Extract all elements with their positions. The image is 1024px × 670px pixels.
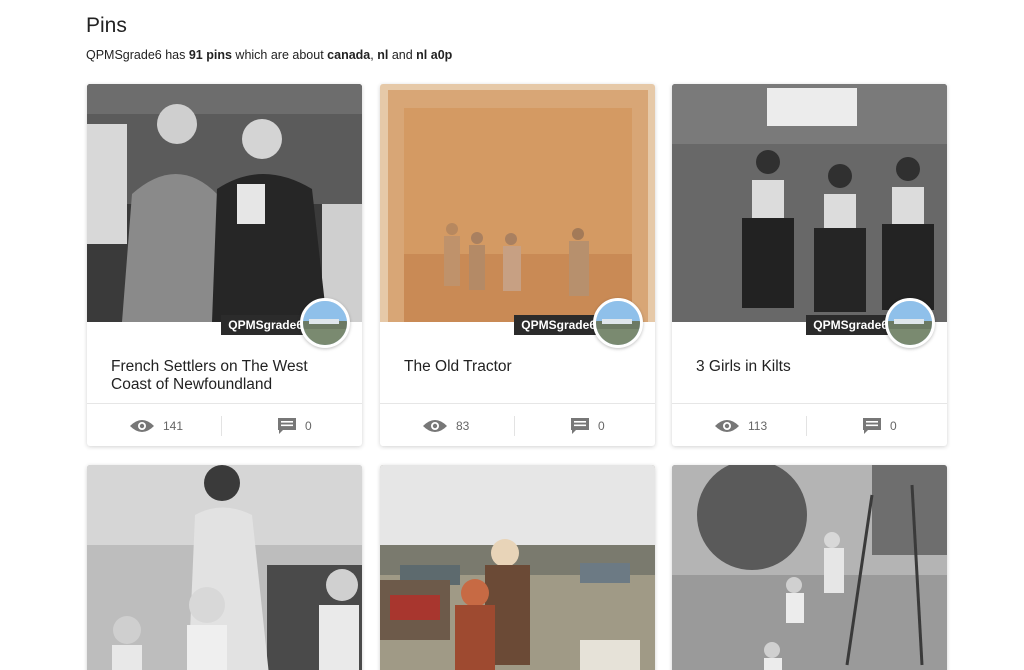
pin-comments-count: 0 — [305, 418, 312, 433]
pin-comments[interactable]: 0 — [277, 404, 312, 446]
pin-footer: 113 0 — [672, 403, 947, 446]
pin-title[interactable]: The Old Tractor — [404, 358, 634, 376]
eye-icon — [130, 419, 154, 432]
pin-title[interactable]: French Settlers on The West Coast of New… — [111, 358, 341, 394]
eye-icon — [715, 419, 739, 432]
summary-user[interactable]: QPMSgrade6 — [86, 48, 162, 62]
footer-divider — [514, 416, 515, 436]
pin-photo[interactable] — [380, 465, 655, 670]
pin-user-tag[interactable]: QPMSgrade6 — [221, 315, 310, 335]
pin-comments[interactable]: 0 — [862, 404, 897, 446]
pins-summary: QPMSgrade6 has 91 pins which are about c… — [86, 48, 452, 62]
user-avatar[interactable] — [300, 298, 350, 348]
pin-views: 83 — [422, 404, 469, 446]
pin-photo[interactable] — [380, 84, 655, 322]
comment-icon — [278, 417, 296, 434]
summary-separator: , — [370, 48, 374, 62]
pin-title[interactable]: 3 Girls in Kilts — [696, 358, 926, 376]
pin-comments[interactable]: 0 — [570, 404, 605, 446]
pin-photo[interactable] — [672, 465, 947, 670]
pin-views: 141 — [129, 404, 183, 446]
summary-has: has — [165, 48, 186, 62]
summary-and: and — [391, 48, 413, 62]
comment-icon — [863, 417, 881, 434]
footer-divider — [806, 416, 807, 436]
pin-views-count: 113 — [748, 418, 768, 433]
pin-comments-count: 0 — [598, 418, 605, 433]
pin-photo[interactable] — [672, 84, 947, 322]
pin-views-count: 83 — [456, 418, 470, 433]
user-avatar[interactable] — [885, 298, 935, 348]
user-avatar[interactable] — [593, 298, 643, 348]
eye-icon — [423, 419, 447, 432]
pin-card[interactable]: QPMSgrade6 The Old Tractor 83 0 — [380, 84, 655, 446]
comment-icon — [571, 417, 589, 434]
pin-card[interactable] — [672, 465, 947, 670]
pin-user-tag[interactable]: QPMSgrade6 — [514, 315, 603, 335]
footer-divider — [221, 416, 222, 436]
pin-comments-count: 0 — [890, 418, 897, 433]
summary-tag-canada[interactable]: canada — [327, 48, 370, 62]
pin-photo[interactable] — [87, 84, 362, 322]
summary-about: which are about — [235, 48, 324, 62]
page-title: Pins — [86, 14, 127, 37]
pin-card[interactable] — [87, 465, 362, 670]
pin-views: 113 — [714, 404, 767, 446]
pin-footer: 141 0 — [87, 403, 362, 446]
pin-card[interactable] — [380, 465, 655, 670]
pin-card[interactable]: QPMSgrade6 French Settlers on The West C… — [87, 84, 362, 446]
pin-views-count: 141 — [163, 418, 184, 433]
summary-tag-nl[interactable]: nl — [377, 48, 388, 62]
summary-tag-nl-a0p[interactable]: nl a0p — [416, 48, 452, 62]
pin-user-tag[interactable]: QPMSgrade6 — [806, 315, 895, 335]
pin-footer: 83 0 — [380, 403, 655, 446]
pin-photo[interactable] — [87, 465, 362, 670]
pin-card[interactable]: QPMSgrade6 3 Girls in Kilts 113 0 — [672, 84, 947, 446]
summary-count: 91 pins — [188, 48, 232, 62]
